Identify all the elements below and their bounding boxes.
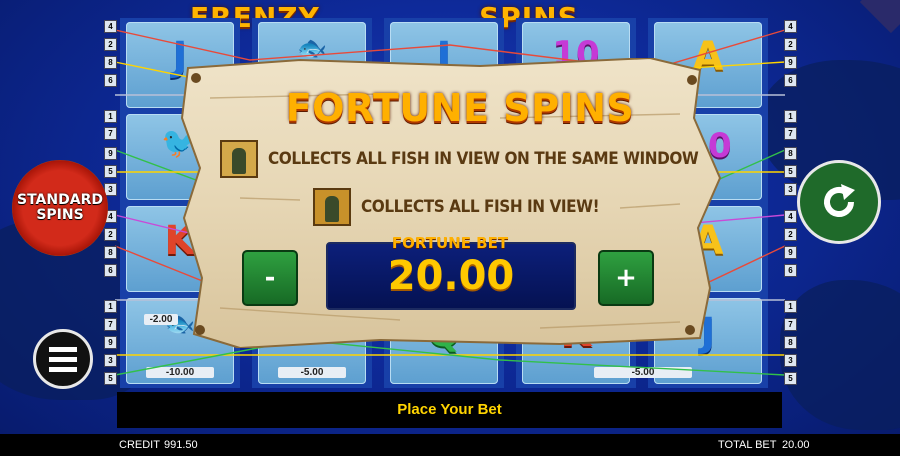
line-number: 8 [784,147,797,160]
info-row-1: COLLECTS ALL FISH IN VIEW ON THE SAME WI… [220,140,746,178]
line-number: 4 [784,20,797,33]
line-number: 5 [784,165,797,178]
line-number: 9 [104,336,117,349]
game-stage: FISHIN' FRENZY FORTUNE SPINS J 🐦 K 🐟-10.… [0,0,900,456]
status-message: Place Your Bet [117,392,782,428]
standard-spins-label: STANDARD SPINS [17,192,103,223]
rock-decoration [780,280,900,430]
standard-spins-button[interactable]: STANDARD SPINS [12,160,108,256]
line-number: 2 [784,228,797,241]
fish-cash-value: -5.00 [278,367,346,378]
fish-cash-value: -2.00 [144,314,178,325]
line-number: 3 [104,354,117,367]
fortune-bet-value: 20.00 [387,253,515,299]
total-bet-label: TOTAL BET [718,439,777,451]
menu-button[interactable] [33,329,93,389]
line-number: 7 [104,318,117,331]
line-number: 6 [784,74,797,87]
fortune-spins-panel: FORTUNE SPINS COLLECTS ALL FISH IN VIEW … [180,58,725,348]
line-number: 9 [784,246,797,259]
line-number: 6 [104,74,117,87]
credit-label: CREDIT [119,439,160,451]
line-number: 6 [784,264,797,277]
fortune-bet-display: 20.00 [326,242,576,310]
line-number: 8 [784,336,797,349]
increase-bet-button[interactable]: + [598,250,654,306]
fish-cash-value: -10.00 [146,367,214,378]
line-number: 4 [784,210,797,223]
hamburger-icon [49,346,77,352]
line-number: 3 [784,354,797,367]
line-number: 1 [784,110,797,123]
line-number: 2 [784,38,797,51]
info-row-2: COLLECTS ALL FISH IN VIEW! [313,188,626,226]
line-number: 1 [784,300,797,313]
footer-bar: CREDIT 991.50 TOTAL BET 20.00 [0,434,900,456]
fortune-bet-label: FORTUNE BET [391,234,509,252]
line-number: 1 [104,110,117,123]
line-number: 7 [784,127,797,140]
decrease-bet-button[interactable]: - [242,250,298,306]
game-logo: FISHIN' FRENZY FORTUNE SPINS [190,0,730,34]
spin-button[interactable] [797,160,881,244]
line-number: 4 [104,20,117,33]
line-number: 3 [784,183,797,196]
line-number: 1 [104,300,117,313]
line-number: 2 [104,228,117,241]
line-number: 2 [104,38,117,51]
corner-badge [859,0,900,34]
info-text-1: COLLECTS ALL FISH IN VIEW ON THE SAME WI… [268,149,699,169]
line-number: 7 [104,127,117,140]
line-number: 7 [784,318,797,331]
line-number: 6 [104,264,117,277]
line-number: 9 [104,147,117,160]
total-bet-value: 20.00 [782,439,810,451]
line-number: 5 [104,165,117,178]
line-number: 8 [104,56,117,69]
line-number: 8 [104,246,117,259]
fish-cash-value: -5.00 [594,367,692,378]
line-number: 5 [784,372,797,385]
fisherman-gold-icon [313,188,351,226]
fisherman-icon [220,140,258,178]
line-number: 9 [784,56,797,69]
line-number: 5 [104,372,117,385]
credit-value: 991.50 [164,439,198,451]
info-text-2: COLLECTS ALL FISH IN VIEW! [361,197,600,217]
refresh-icon [824,184,855,217]
panel-title: FORTUNE SPINS [285,86,635,130]
